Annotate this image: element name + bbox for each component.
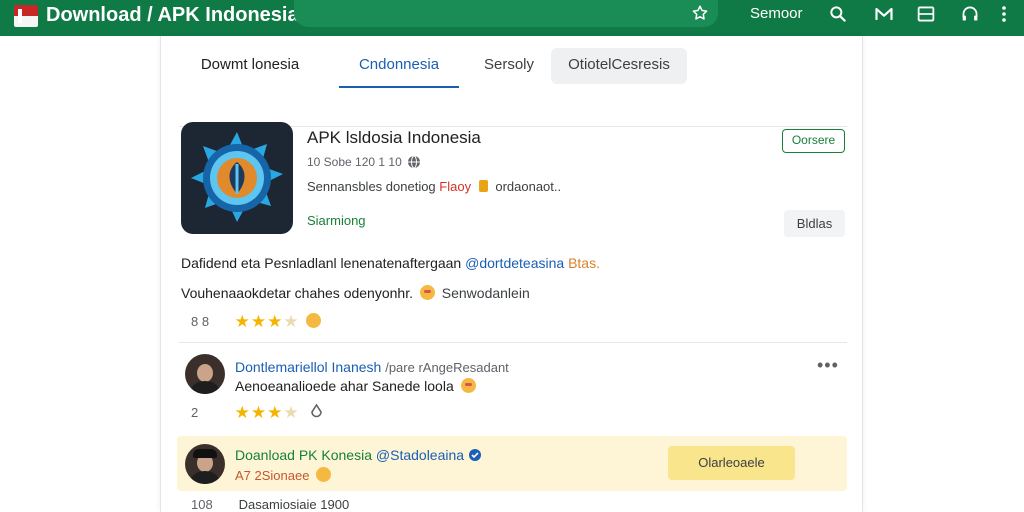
review-body: Aenoeanalioede ahar Sanede loola [235,378,454,394]
verified-icon [468,447,482,463]
rating-stars: ★★★★ [234,312,300,331]
search-label[interactable]: Semoor [750,5,803,23]
footer-row: 108 Dasamiosiaie 1900 [191,497,349,512]
app-description: Sennansbles donetiog Flaoy ordaonaot.. [307,179,561,195]
description-line-1: Dafidend eta Pesnladlanl lenenatenafterg… [181,254,600,272]
details-button[interactable]: Bldlas [784,210,845,237]
rating-count: 8 8 [191,314,210,329]
review-rating-row: 2 ★★★★ [191,403,324,423]
description-muted: Senwodanlein [441,285,530,301]
app-desc-flag: Flaoy [439,179,472,194]
smile-emoji-icon [306,313,322,328]
open-button[interactable]: Oorsere [782,129,845,153]
footer-count: 108 [191,497,213,512]
tab-indonesia-active[interactable]: Cndonnesia [339,48,459,88]
review-stars: ★★★★ [234,403,300,422]
globe-icon [407,155,421,169]
drop-icon [309,403,324,419]
description-link[interactable]: @dortdeteasina [465,255,564,271]
tab-bar: Dowmt lonesia Cndonnesia Sersoly Otiotel… [179,48,847,92]
featured-review-sub: A7 2Sionaee [235,467,334,484]
divider [179,342,847,343]
featured-action-button[interactable]: Olarleoaele [668,446,795,480]
star-icon[interactable] [688,3,712,23]
flag-icon [14,5,38,27]
emoji-icon [419,285,435,300]
window-icon[interactable] [914,3,938,25]
description-text: Dafidend eta Pesnladlanl lenenatenafterg… [181,255,462,271]
review-author-role: /pare rAngeResadant [385,360,509,375]
featured-sub-text: A7 2Sionaee [235,468,310,483]
footer-text: Dasamiosiaie 1900 [238,497,350,512]
review-count: 2 [191,405,199,420]
tab-security[interactable]: Sersoly [459,48,559,88]
featured-review-author[interactable]: Doanload PK Konesia @Stadoleaina [235,446,482,464]
app-name: APK lsldosia Indonesia [307,128,481,147]
more-horiz-icon[interactable]: ••• [817,356,841,374]
emoji-icon [460,378,476,393]
app-desc-suffix: ordaonaot.. [495,179,562,194]
mail-icon[interactable] [872,3,896,25]
tag-icon [478,180,488,192]
page-title: Download / APK Indonesia [46,4,299,26]
review-author[interactable]: Dontlemariellol Inanesh /pare rAngeResad… [235,358,509,377]
review-author-name[interactable]: Dontlemariellol Inanesh [235,359,381,375]
emoji-icon [316,467,332,482]
description-text-2: Vouhenaaokdetar chahes odenyonhr. [181,285,413,301]
app-desc-prefix: Sennansbles donetiog [307,179,436,194]
featured-author-handle[interactable]: @Stadoleaina [376,447,464,463]
address-bar[interactable] [294,0,718,27]
app-meta: 10 Sobe 120 1 10 [307,155,402,169]
app-status: Siarmiong [307,213,366,228]
tab-other[interactable]: OtiotelCesresis [551,48,687,84]
featured-author-name[interactable]: Doanload PK Konesia [235,447,372,463]
avatar[interactable] [185,354,225,394]
tab-download[interactable]: Dowmt lonesia [185,48,315,88]
avatar[interactable] [185,444,225,484]
search-icon[interactable] [826,3,850,25]
rating-row: 8 8 ★★★★ [191,312,324,332]
app-logo-icon [181,122,293,234]
description-line-2: Vouhenaaokdetar chahes odenyonhr. Senwod… [181,284,530,302]
app-detail-card: Dowmt lonesia Cndonnesia Sersoly Otiotel… [160,36,863,512]
top-app-bar: Download / APK Indonesia Semoor [0,0,1024,36]
description-highlight: Btas. [568,255,600,271]
headset-icon[interactable] [958,3,982,25]
review-text: Aenoeanalioede ahar Sanede loola [235,377,479,395]
more-vert-icon[interactable] [994,3,1014,25]
